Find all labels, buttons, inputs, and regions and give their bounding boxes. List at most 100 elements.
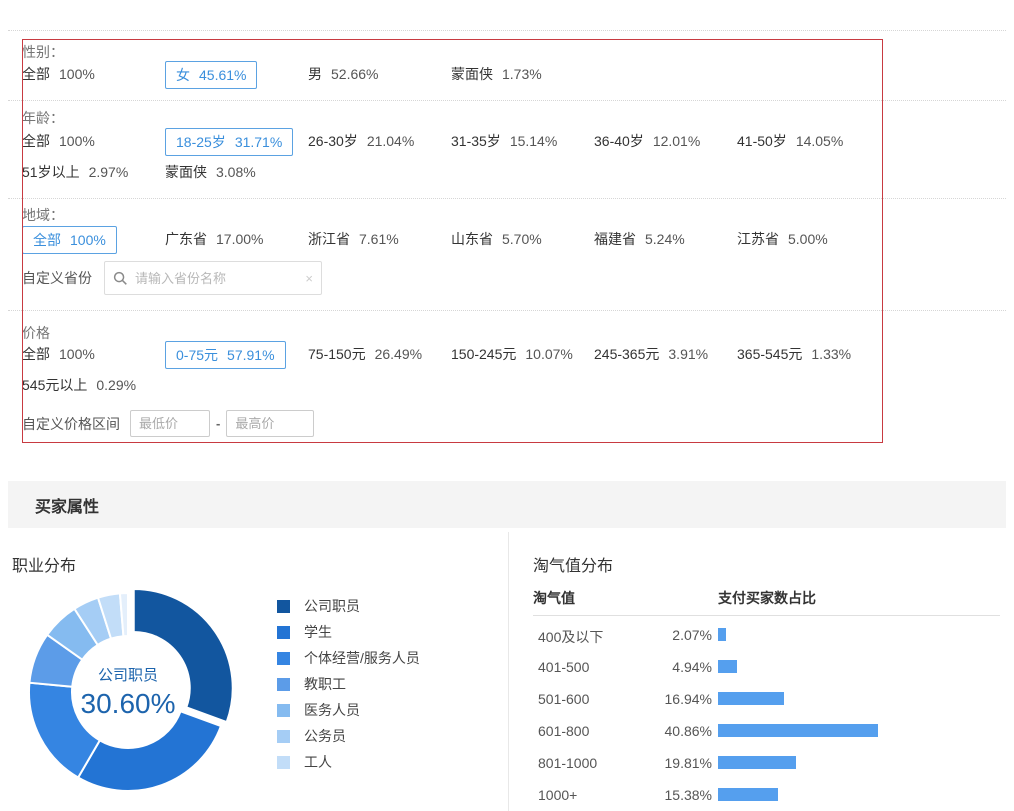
filter-chip[interactable]: 26-30岁21.04% <box>308 128 414 156</box>
filter-chip[interactable]: 36-40岁12.01% <box>594 128 700 156</box>
chip-label: 女 <box>176 67 190 83</box>
filter-chip[interactable]: 全部100% <box>22 61 95 89</box>
filter-chip-selected[interactable]: 女 45.61% <box>165 61 257 89</box>
chip-value: 31.71% <box>235 134 282 150</box>
chip-label: 蒙面侠 <box>165 164 207 180</box>
chip-value: 3.91% <box>668 346 708 362</box>
legend-item[interactable]: 教职工 <box>277 677 420 691</box>
chip-label: 江苏省 <box>737 231 779 247</box>
filter-chip[interactable]: 全部100% <box>22 128 95 156</box>
chip-label: 男 <box>308 66 322 82</box>
clear-icon[interactable]: × <box>305 271 313 286</box>
pie-slice[interactable] <box>78 711 221 791</box>
filter-option-cell: 全部100% <box>22 61 165 89</box>
filter-option-cell: 福建省5.24% <box>594 226 737 254</box>
filter-chip[interactable]: 蒙面侠1.73% <box>451 61 542 89</box>
chip-label: 福建省 <box>594 231 636 247</box>
filter-chip-selected[interactable]: 0-75元57.91% <box>165 341 286 369</box>
taoqi-rows: 400及以下2.07%401-5004.94%501-60016.94%601-… <box>533 618 1000 810</box>
legend-item[interactable]: 公司职员 <box>277 599 420 613</box>
taoqi-chart-title: 淘气值分布 <box>533 552 1003 576</box>
section-label-age: 年龄： <box>22 108 64 128</box>
taoqi-range-label: 801-1000 <box>538 755 597 771</box>
taoqi-percent-value: 19.81% <box>633 755 712 771</box>
legend-item[interactable]: 学生 <box>277 625 420 639</box>
chip-value: 17.00% <box>216 231 263 247</box>
filter-chip[interactable]: 545元以上0.29% <box>22 372 136 400</box>
chip-label: 全部 <box>22 66 50 82</box>
legend-item[interactable]: 医务人员 <box>277 703 420 717</box>
filter-option-cell: 18-25岁31.71% <box>165 128 308 156</box>
section-label-gender: 性别： <box>22 42 64 62</box>
price-options: 全部100% 0-75元57.91% 75-150元26.49% 150-245元10… <box>22 341 902 403</box>
filter-option-cell: 545元以上0.29% <box>22 372 165 400</box>
legend-item[interactable]: 个体经营/服务人员 <box>277 651 420 665</box>
taoqi-table-row: 1000+15.38% <box>533 778 1000 810</box>
legend-item[interactable]: 工人 <box>277 755 420 769</box>
age-options: 全部100% 18-25岁31.71% 26-30岁21.04% 31-35岁15.1… <box>22 128 902 190</box>
filter-chip[interactable]: 51岁以上2.97% <box>22 159 128 187</box>
filter-chip[interactable]: 245-365元 3.91% <box>594 341 708 369</box>
filter-chip[interactable]: 蒙面侠 3.08% <box>165 159 256 187</box>
filter-option-cell: 365-545元1.33% <box>737 341 880 369</box>
chip-value: 1.33% <box>811 346 851 362</box>
legend-swatch-icon <box>277 756 290 769</box>
filter-chip[interactable]: 福建省5.24% <box>594 226 685 254</box>
taoqi-col-header: 淘气值 <box>533 588 575 608</box>
filter-chip[interactable]: 41-50岁14.05% <box>737 128 843 156</box>
filter-chip[interactable]: 男 52.66% <box>308 61 378 89</box>
legend-label: 教职工 <box>304 677 346 691</box>
legend-item[interactable]: 公务员 <box>277 729 420 743</box>
chip-label: 26-30岁 <box>308 133 358 149</box>
filter-option-cell: 75-150元26.49% <box>308 341 451 369</box>
chip-label: 245-365元 <box>594 346 659 362</box>
taoqi-bar <box>718 756 796 769</box>
province-search-input[interactable] <box>135 271 305 286</box>
filter-option-cell: 26-30岁21.04% <box>308 128 451 156</box>
buyer-attributes-band: 买家属性 <box>8 481 1006 528</box>
filter-option-cell: 男 52.66% <box>308 61 451 89</box>
filter-option-cell: 31-35岁15.14% <box>451 128 594 156</box>
donut-svg <box>23 587 233 797</box>
filter-chip-selected[interactable]: 18-25岁31.71% <box>165 128 293 156</box>
chip-value: 5.70% <box>502 231 542 247</box>
taoqi-percent-value: 4.94% <box>633 659 712 675</box>
max-price-input[interactable] <box>226 410 314 437</box>
legend-label: 学生 <box>304 625 332 639</box>
chip-value: 3.08% <box>216 164 256 180</box>
filter-option-cell: 全部100% <box>22 226 165 254</box>
taoqi-table-header: 淘气值 支付买家数占比 <box>533 588 1000 608</box>
chip-value: 15.14% <box>510 133 557 149</box>
chip-value: 5.00% <box>788 231 828 247</box>
pie-slice[interactable] <box>134 589 233 722</box>
filter-chip[interactable]: 150-245元10.07% <box>451 341 573 369</box>
taoqi-bar <box>718 724 878 737</box>
filter-chip[interactable]: 山东省5.70% <box>451 226 542 254</box>
filter-option-cell: 51岁以上2.97% <box>22 159 165 187</box>
filter-chip[interactable]: 75-150元26.49% <box>308 341 422 369</box>
taoqi-bar <box>718 660 737 673</box>
chip-label: 0-75元 <box>176 347 218 363</box>
taoqi-table-row: 401-5004.94% <box>533 650 1000 682</box>
taoqi-bar <box>718 628 726 641</box>
section-divider <box>8 310 1006 311</box>
chip-value: 0.29% <box>96 377 136 393</box>
chip-value: 45.61% <box>199 67 246 83</box>
filter-chip[interactable]: 广东省17.00% <box>165 226 263 254</box>
filter-option-cell: 0-75元57.91% <box>165 341 308 369</box>
taoqi-table-row: 400及以下2.07% <box>533 618 1000 650</box>
legend-swatch-icon <box>277 600 290 613</box>
legend-label: 工人 <box>304 755 332 769</box>
filter-chip[interactable]: 31-35岁15.14% <box>451 128 557 156</box>
chip-value: 100% <box>59 133 95 149</box>
chip-value: 52.66% <box>331 66 378 82</box>
region-options: 全部100% 广东省17.00% 浙江省7.61% 山东省5.70% 福建省5.24% 江… <box>22 226 902 257</box>
taoqi-range-label: 501-600 <box>538 691 589 707</box>
column-divider <box>508 532 509 811</box>
filter-chip[interactable]: 全部100% <box>22 341 95 369</box>
filter-chip-selected[interactable]: 全部100% <box>22 226 117 254</box>
filter-chip[interactable]: 浙江省7.61% <box>308 226 399 254</box>
filter-chip[interactable]: 江苏省 5.00% <box>737 226 828 254</box>
filter-chip[interactable]: 365-545元1.33% <box>737 341 851 369</box>
min-price-input[interactable] <box>130 410 210 437</box>
